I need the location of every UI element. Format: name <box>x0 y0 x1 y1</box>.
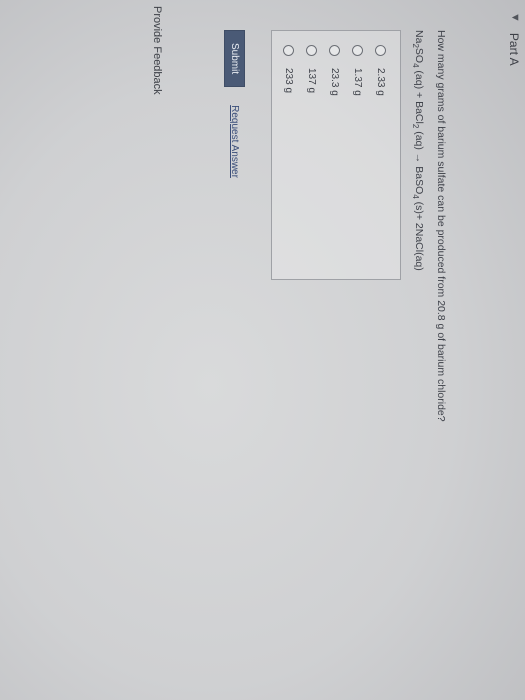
radio-button[interactable] <box>329 45 340 56</box>
choice-option[interactable]: 233 g <box>283 45 294 93</box>
screen-content: ▼ Part A How many grams of barium sulfat… <box>0 0 525 700</box>
choice-option[interactable]: 23.3 g <box>329 45 340 96</box>
choice-label: 137 g <box>306 68 317 94</box>
chemical-equation: Na2SO4 (aq) + BaCl2 (aq) → BaSO4 (s)+ 2N… <box>411 30 425 271</box>
caret-down-icon[interactable]: ▼ <box>509 12 521 23</box>
part-header[interactable]: ▼ Part A <box>507 12 521 66</box>
part-title: Part A <box>507 32 521 66</box>
submit-button[interactable]: Submit <box>224 30 245 88</box>
radio-button[interactable] <box>306 45 317 56</box>
radio-button[interactable] <box>283 45 294 56</box>
answer-actions: Submit Request Answer <box>224 30 245 178</box>
question-text: How many grams of barium sulfate can be … <box>435 30 447 422</box>
choice-label: 2.33 g <box>375 68 386 96</box>
choice-option[interactable]: 1.37 g <box>352 45 363 96</box>
choice-option[interactable]: 137 g <box>306 45 317 93</box>
provide-feedback-link[interactable]: Provide Feedback <box>151 6 163 95</box>
answer-choices: 2.33 g 1.37 g 23.3 g 137 g 233 g <box>271 30 401 280</box>
request-answer-link[interactable]: Request Answer <box>229 105 240 178</box>
choice-label: 23.3 g <box>329 68 340 96</box>
choice-label: 1.37 g <box>352 68 363 96</box>
choice-label: 233 g <box>283 68 294 94</box>
choice-option[interactable]: 2.33 g <box>375 45 386 96</box>
radio-button[interactable] <box>352 45 363 56</box>
radio-button[interactable] <box>375 45 386 56</box>
